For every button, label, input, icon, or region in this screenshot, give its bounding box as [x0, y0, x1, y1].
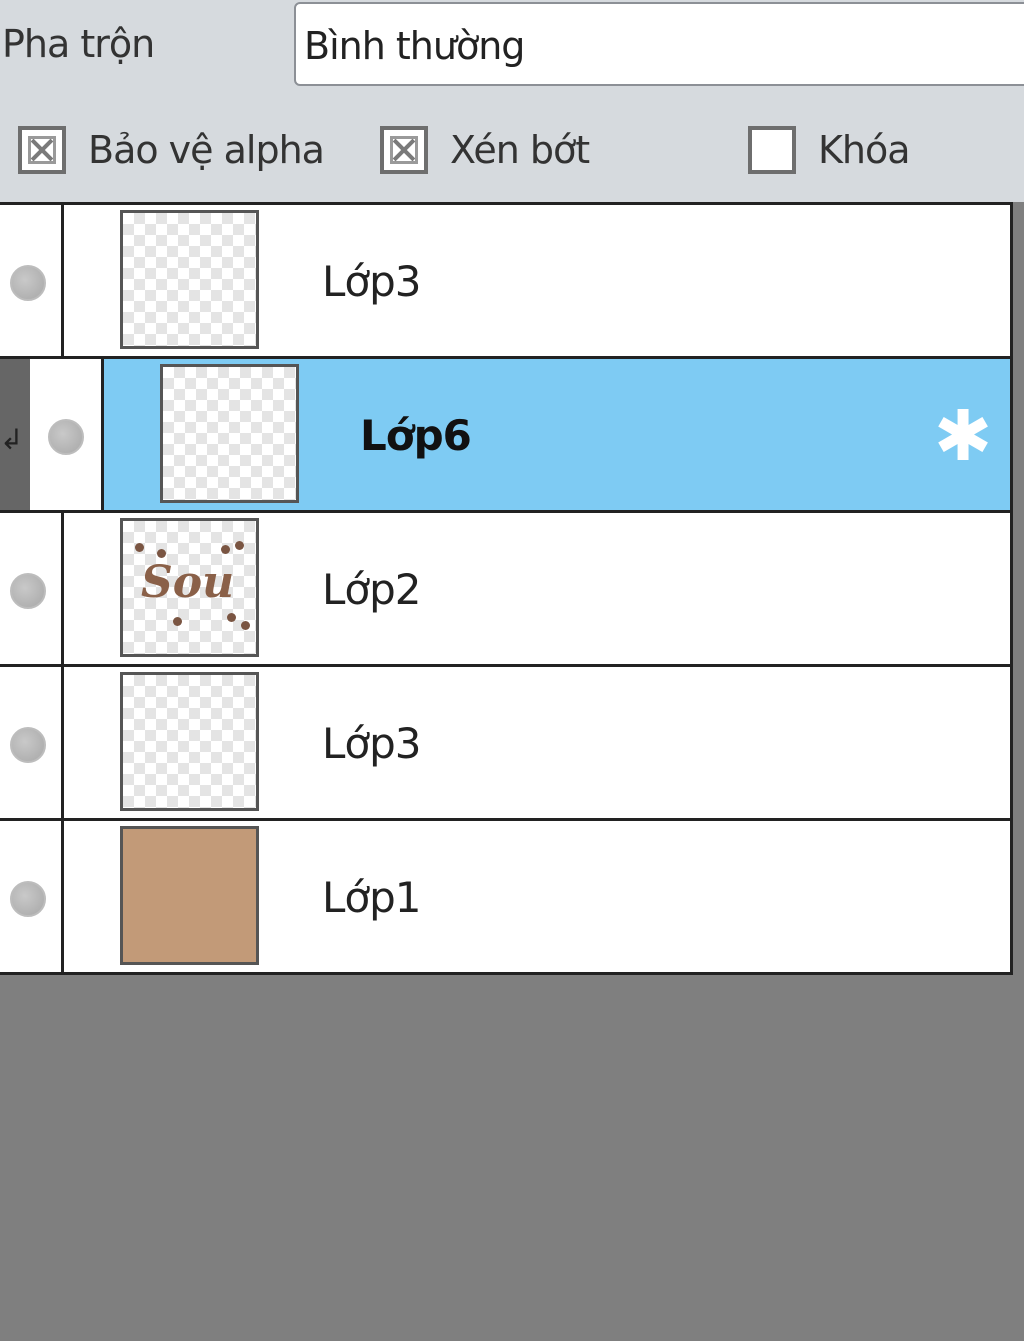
lock-label: Khóa	[818, 128, 911, 172]
layer-row-selected[interactable]: ↲ Lớp6 ✱	[0, 356, 1013, 511]
thumbnail-text: Sou	[141, 557, 235, 608]
layer-properties-panel: Pha trộn Bình thường Bảo vệ alpha Xén bớ…	[0, 0, 1024, 202]
layer-name: Lớp1	[322, 873, 421, 922]
layer-name: Lớp2	[322, 565, 421, 614]
blend-mode-label: Pha trộn	[2, 22, 155, 66]
layer-row[interactable]: Lớp1	[0, 818, 1013, 975]
layer-name: Lớp3	[322, 257, 421, 306]
layer-list: Lớp3 ↲ Lớp6 ✱ Sou Lớp2 Lớp3 Lớp1	[0, 202, 1013, 975]
layer-thumbnail	[120, 672, 259, 811]
blend-mode-dropdown[interactable]: Bình thường	[294, 2, 1024, 86]
visibility-toggle[interactable]	[0, 513, 64, 665]
visibility-toggle[interactable]	[0, 667, 64, 819]
protect-alpha-checkbox[interactable]	[18, 126, 66, 174]
layer-thumbnail	[120, 826, 259, 965]
layer-thumbnail	[120, 210, 259, 349]
clipping-option[interactable]: Xén bớt	[380, 122, 590, 178]
visibility-dot-icon	[48, 419, 84, 455]
layer-name: Lớp6	[360, 411, 472, 460]
lock-option[interactable]: Khóa	[748, 122, 911, 178]
layer-name: Lớp3	[322, 719, 421, 768]
layer-row[interactable]: Lớp3	[0, 664, 1013, 819]
visibility-dot-icon	[10, 727, 46, 763]
protect-alpha-option[interactable]: Bảo vệ alpha	[18, 122, 325, 178]
clipping-indicator: ↲	[0, 359, 30, 511]
visibility-dot-icon	[10, 881, 46, 917]
visibility-toggle[interactable]	[30, 359, 104, 511]
clipping-checkbox[interactable]	[380, 126, 428, 174]
clipping-label: Xén bớt	[450, 128, 590, 172]
lock-checkbox[interactable]	[748, 126, 796, 174]
clip-arrow-icon: ↲	[0, 423, 24, 456]
selected-layer-body[interactable]: Lớp6 ✱	[104, 359, 1010, 511]
layer-thumbnail: Sou	[120, 518, 259, 657]
blend-mode-value: Bình thường	[304, 24, 525, 68]
gear-icon[interactable]: ✱	[928, 401, 998, 471]
layer-row[interactable]: Sou Lớp2	[0, 510, 1013, 665]
visibility-dot-icon	[10, 265, 46, 301]
layer-thumbnail	[160, 364, 299, 503]
layer-row[interactable]: Lớp3	[0, 202, 1013, 357]
protect-alpha-label: Bảo vệ alpha	[88, 128, 325, 172]
visibility-dot-icon	[10, 573, 46, 609]
visibility-toggle[interactable]	[0, 205, 64, 357]
visibility-toggle[interactable]	[0, 821, 64, 972]
